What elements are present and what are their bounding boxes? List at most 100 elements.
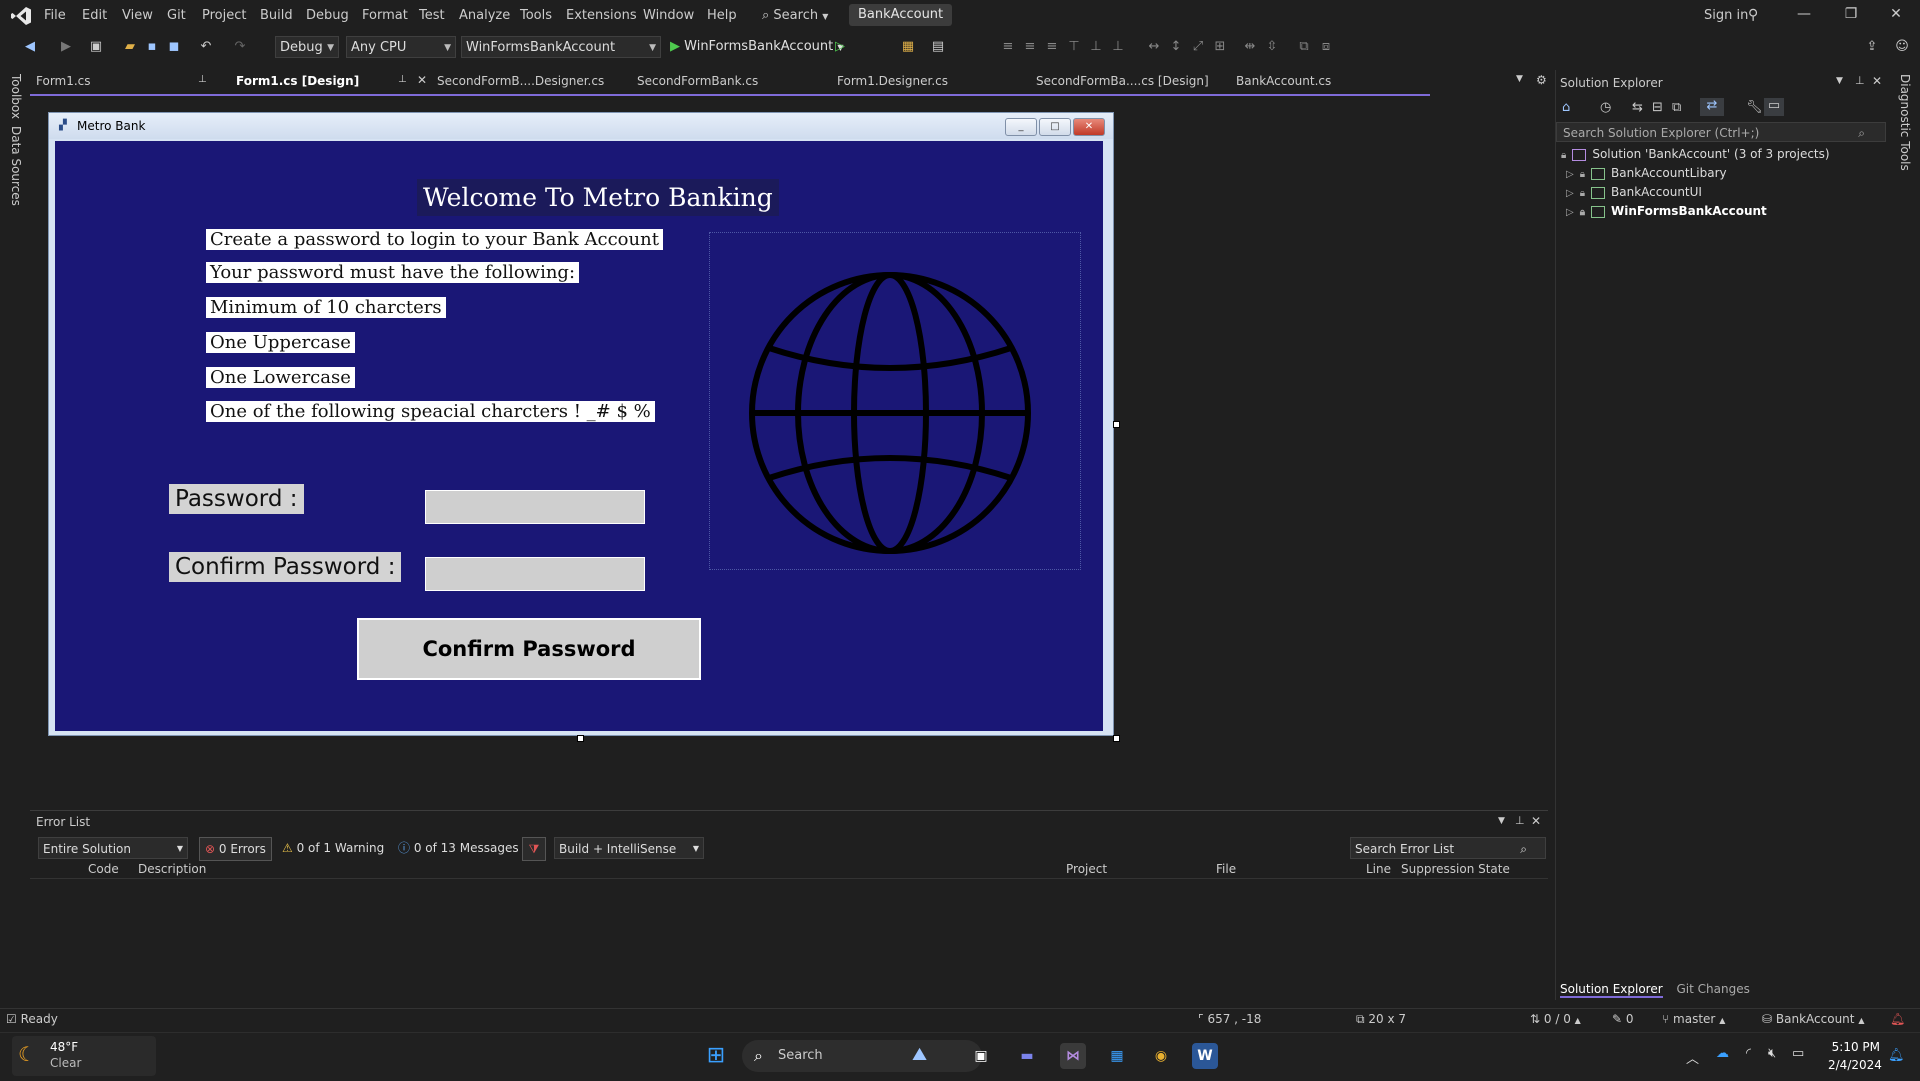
menu-help[interactable]: Help [707,8,737,23]
build-filter-dropdown[interactable]: Build + IntelliSense ▼ [554,837,704,859]
solution-name-badge[interactable]: BankAccount [849,4,953,26]
filter-icon[interactable]: ⧩ [522,837,546,861]
chevron-down-icon[interactable]: ▼ [1836,76,1843,86]
password-input[interactable] [425,490,645,524]
send-to-back-icon[interactable]: ⧈ [1318,39,1334,55]
make-same-width-icon[interactable]: ↔ [1146,39,1162,55]
search-menu-button[interactable]: ⌕ Search ▼ [762,8,828,23]
start-debugging-button[interactable]: ▶ WinFormsBankAccount ▼ [670,39,844,54]
tab-bankaccount-cs[interactable]: BankAccount.cs [1236,74,1331,88]
menu-tools[interactable]: Tools [520,8,552,23]
menu-test[interactable]: Test [419,8,445,23]
restore-icon[interactable]: ❐ [1836,6,1866,26]
pin-icon[interactable]: ⊥ [198,74,207,85]
menu-debug[interactable]: Debug [306,8,349,23]
menu-view[interactable]: View [122,8,153,23]
menu-project[interactable]: Project [202,8,246,23]
clock-date[interactable]: 2/4/2024 [1828,1058,1882,1072]
open-folder-icon[interactable]: ▰ [122,39,138,55]
close-tab-icon[interactable]: ✕ [417,73,427,87]
form-window[interactable]: ▞ Metro Bank _ □ ✕ Welcome To Metro Bank… [48,112,1114,736]
size-to-grid-icon[interactable]: ⊞ [1212,39,1228,55]
warnings-filter-button[interactable]: ⚠ 0 of 1 Warning [282,837,384,859]
configuration-dropdown[interactable]: Debug ▼ [275,36,339,58]
navigate-forward-icon[interactable]: ▶ [58,39,74,55]
tab-form1-designer-cs[interactable]: Form1.Designer.cs [837,74,948,88]
column-suppression-state[interactable]: Suppression State [1401,862,1510,876]
pin-icon[interactable]: ⊥ [1515,814,1525,827]
save-all-icon[interactable]: ◼ [166,39,182,55]
menu-git[interactable]: Git [167,8,186,23]
feedback-icon[interactable]: ☺ [1894,39,1910,55]
redo-icon[interactable]: ↷ [232,39,248,55]
messages-filter-button[interactable]: ⓘ 0 of 13 Messages [398,837,519,859]
platform-dropdown[interactable]: Any CPU ▼ [346,36,456,58]
close-panel-icon[interactable]: ✕ [1531,814,1541,828]
chevron-down-icon[interactable]: ▼ [1498,816,1505,826]
branch-selector[interactable]: ⑂ master ▲ [1662,1012,1725,1026]
visual-studio-icon[interactable]: ⋈ [1060,1043,1086,1069]
column-description[interactable]: Description [138,862,206,876]
tab-secondformbank-designer[interactable]: SecondFormB....Designer.cs [437,74,604,88]
navigate-back-icon[interactable]: ◀ [22,39,38,55]
menu-analyze[interactable]: Analyze [459,8,510,23]
teams-icon[interactable]: ▬ [1014,1043,1040,1069]
git-commits-status[interactable]: ⇅ 0 / 0 ▲ [1530,1012,1581,1026]
tab-solution-explorer[interactable]: Solution Explorer [1560,982,1663,998]
align-rights-icon[interactable]: ≡ [1044,39,1060,55]
form-client-area[interactable]: Welcome To Metro Banking Create a passwo… [55,141,1103,731]
horizontal-spacing-icon[interactable]: ⇹ [1242,39,1258,55]
globe-picture-box[interactable] [709,232,1081,570]
project-node-winformsbankaccount[interactable]: ▷ 🔒︎ WinFormsBankAccount [1566,204,1767,218]
chevron-up-icon[interactable]: ︿ [1686,1048,1699,1067]
browse-icon[interactable]: ▦ [900,39,916,55]
collapse-all-icon[interactable]: ⊟ [1652,100,1663,115]
resize-handle-right[interactable] [1113,421,1120,428]
notifications-icon[interactable]: 🔔︎ [1890,1012,1905,1026]
clock-time[interactable]: 5:10 PM [1830,1040,1880,1054]
startup-project-dropdown[interactable]: WinFormsBankAccount ▼ [461,36,661,58]
microsoft-store-icon[interactable]: ▦ [1104,1043,1130,1069]
toolbox-tab[interactable]: Toolbox [9,74,23,119]
column-file[interactable]: File [1216,862,1236,876]
minimize-icon[interactable]: — [1789,6,1819,26]
form-close-icon[interactable]: ✕ [1073,118,1105,136]
data-sources-tab[interactable]: Data Sources [9,126,23,206]
solution-node[interactable]: 🔒︎ Solution 'BankAccount' (3 of 3 project… [1561,147,1830,161]
error-list-search[interactable]: Search Error List ⌕ [1350,837,1546,859]
home-icon[interactable]: ⌂ [1562,100,1570,115]
save-icon[interactable]: ▪ [144,39,160,55]
windows-start-icon[interactable]: ⊞ [703,1043,729,1069]
close-panel-icon[interactable]: ✕ [1872,74,1882,88]
close-icon[interactable]: ✕ [1881,6,1911,26]
chevron-down-icon[interactable]: ▼ [1516,74,1523,84]
menu-extensions[interactable]: Extensions [566,8,637,23]
menu-window[interactable]: Window [643,8,694,23]
confirm-password-button[interactable]: Confirm Password [357,618,701,680]
tab-secondformbank-cs[interactable]: SecondFormBank.cs [637,74,758,88]
form-minimize-icon[interactable]: _ [1005,118,1037,136]
align-centers-icon[interactable]: ≡ [1022,39,1038,55]
wifi-icon[interactable]: ◜ [1746,1046,1751,1061]
preview-icon[interactable]: ▭ [1764,98,1784,116]
align-bottoms-icon[interactable]: ⊥ [1110,39,1126,55]
onedrive-icon[interactable]: ☁ [1716,1046,1729,1061]
weather-widget[interactable]: ☾ 48°F Clear [12,1036,156,1076]
pending-changes-status[interactable]: ✎ 0 [1612,1012,1634,1026]
resize-handle-bottom[interactable] [577,735,584,742]
task-view-icon[interactable]: ▣ [968,1043,994,1069]
project-node-bankaccountui[interactable]: ▷ 🔒︎ BankAccountUI [1566,185,1702,199]
make-same-height-icon[interactable]: ↕ [1168,39,1184,55]
project-node-bankaccountlibary[interactable]: ▷ 🔒︎ BankAccountLibary [1566,166,1727,180]
align-tops-icon[interactable]: ⊤ [1066,39,1082,55]
menu-format[interactable]: Format [362,8,408,23]
live-share-icon[interactable]: ⇪ [1864,39,1880,55]
notification-bell-icon[interactable]: 🔔︎ [1888,1048,1905,1063]
diagnostic-tools-tab[interactable]: Diagnostic Tools [1898,74,1912,171]
gear-icon[interactable]: ⚙ [1536,73,1547,87]
errors-filter-button[interactable]: ⊗ 0 Errors [199,837,272,861]
pin-icon[interactable]: ⊥ [398,74,407,85]
properties-wrench-icon[interactable]: 🔧︎ [1746,100,1763,115]
pin-icon[interactable]: ⊥ [1855,74,1865,87]
layout-icon[interactable]: ▤ [930,39,946,55]
